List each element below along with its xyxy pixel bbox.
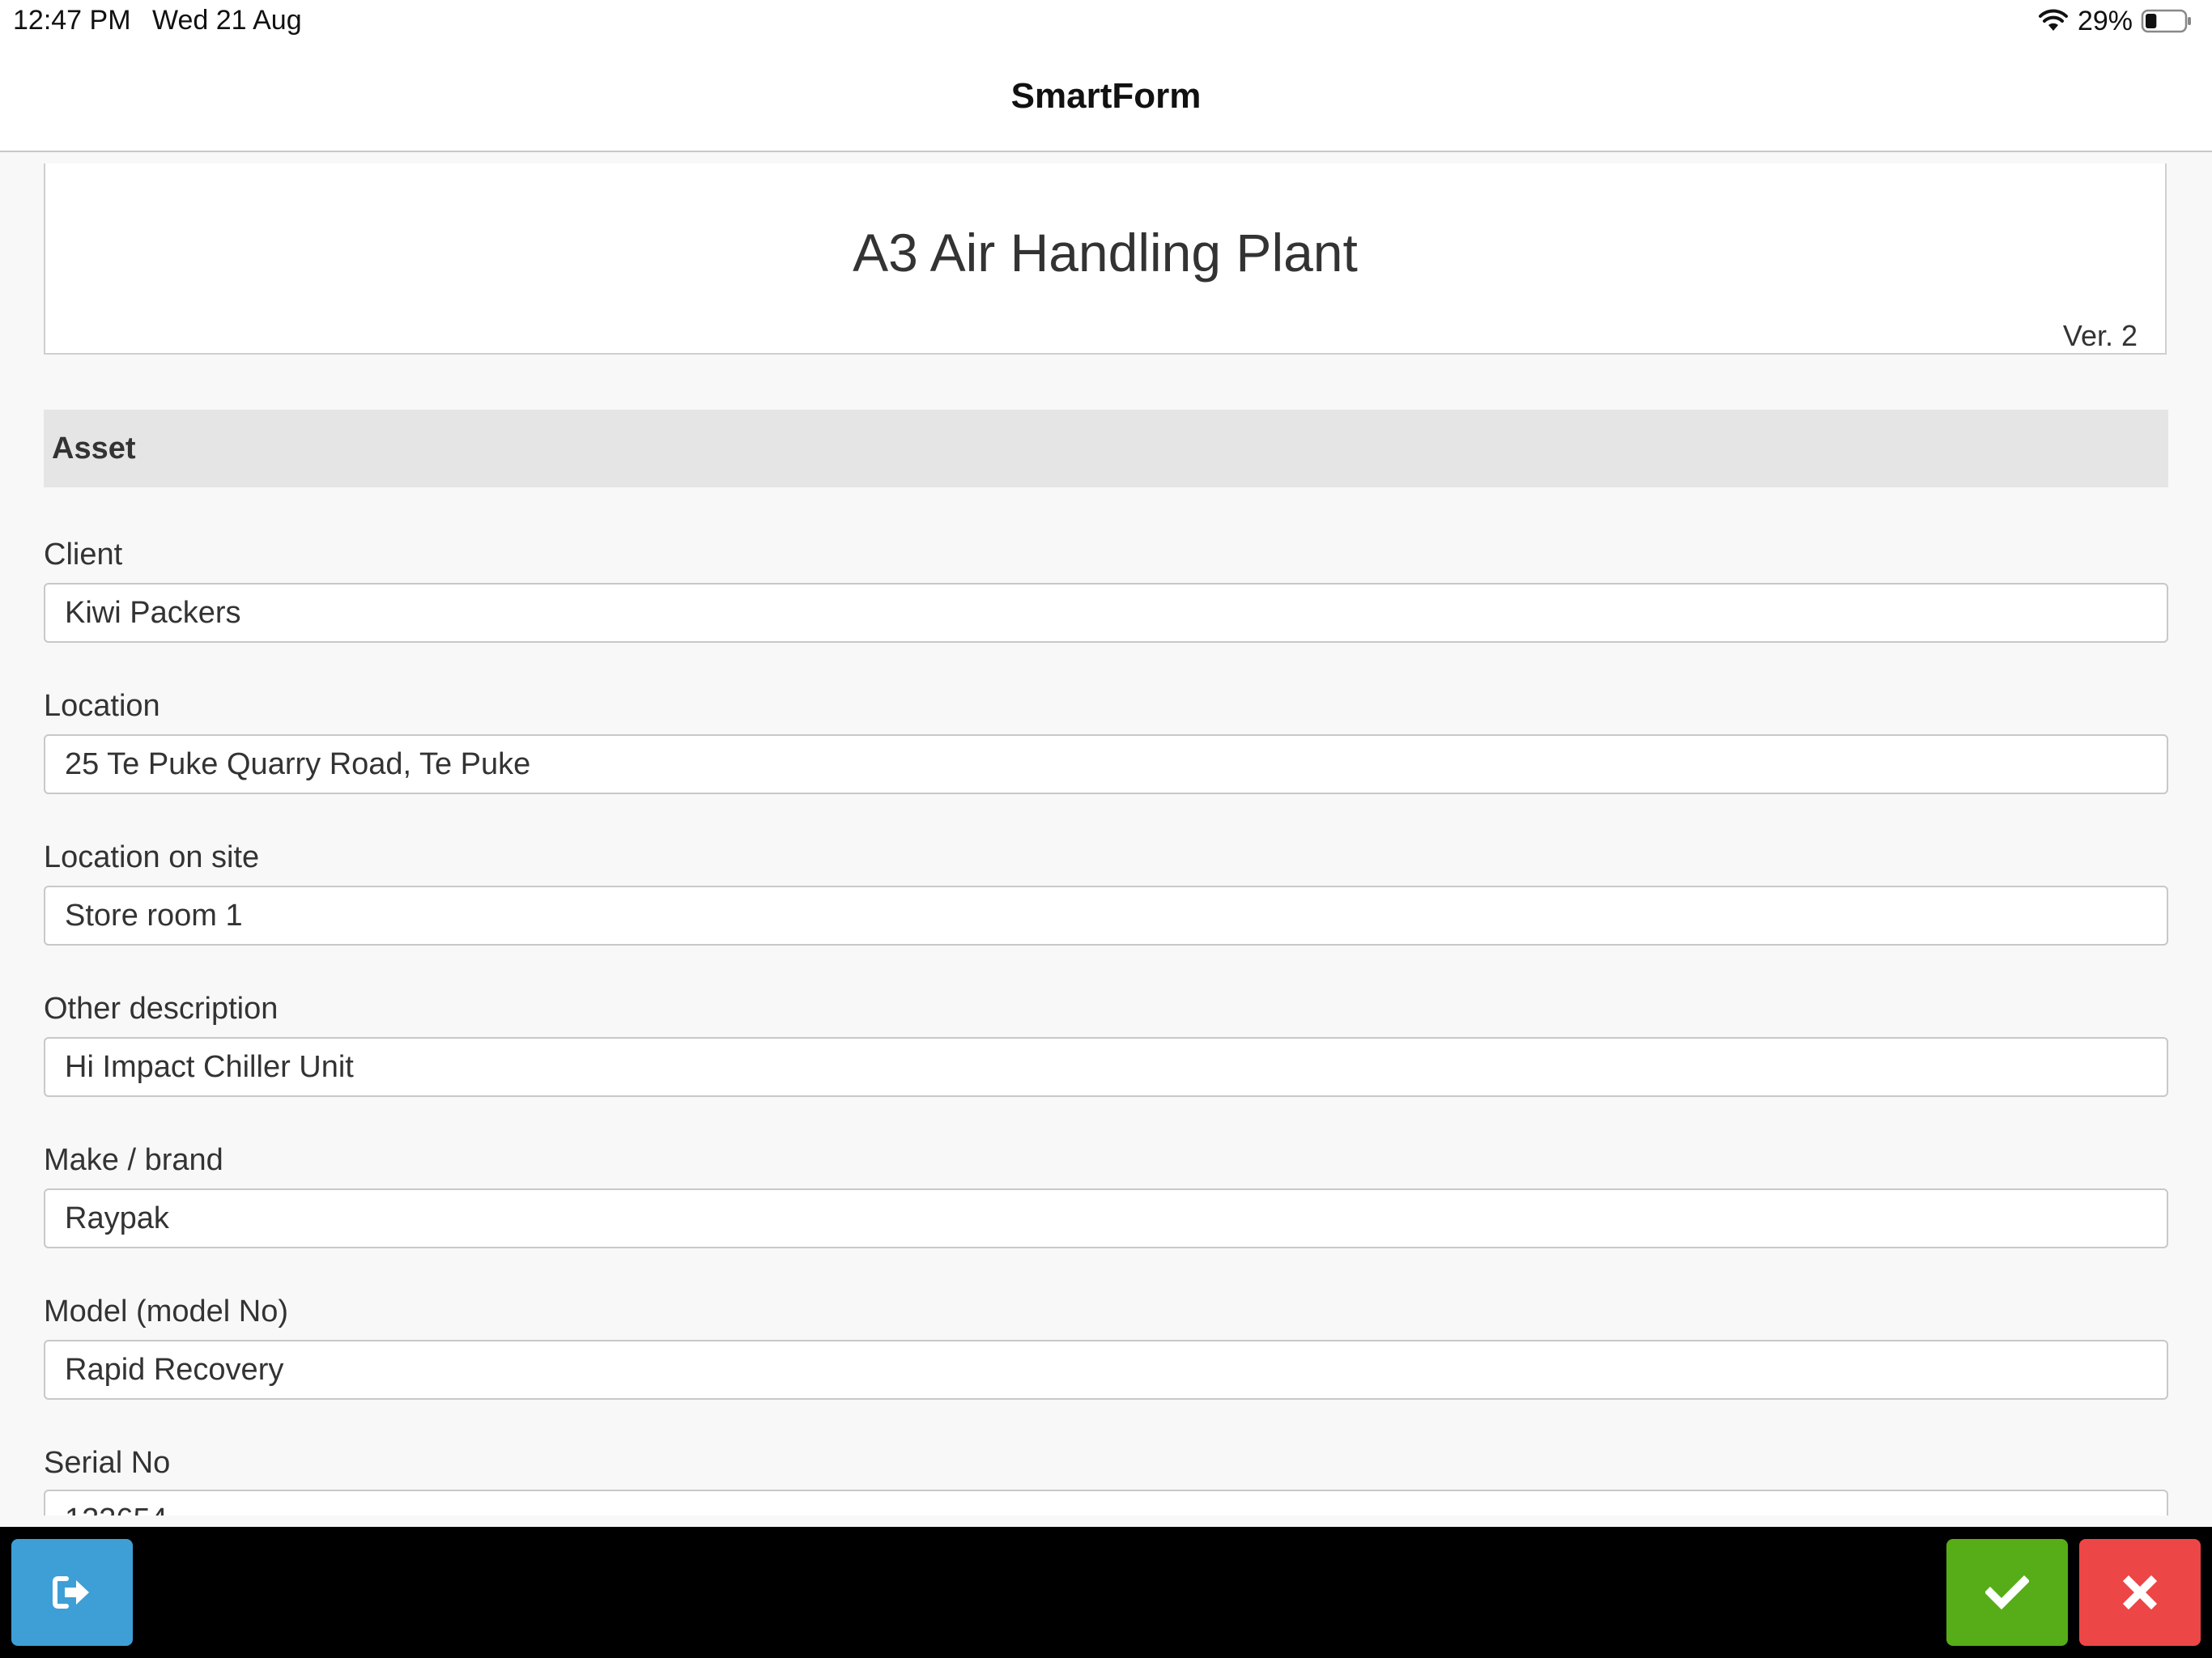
nav-bar: SmartForm (0, 42, 2212, 152)
status-date: Wed 21 Aug (152, 5, 302, 36)
wifi-icon (2038, 9, 2068, 31)
battery-percentage: 29% (2077, 5, 2133, 36)
other-description-label: Other description (44, 992, 279, 1026)
status-time: 12:47 PM (13, 5, 131, 36)
serial-no-label: Serial No (44, 1446, 171, 1480)
form-title: A3 Air Handling Plant (853, 223, 1358, 283)
location-label: Location (44, 689, 160, 723)
form-version: Ver. 2 (2062, 319, 2138, 352)
model-input[interactable] (44, 1340, 2168, 1400)
client-label: Client (44, 538, 123, 572)
make-brand-label: Make / brand (44, 1143, 223, 1177)
model-label: Model (model No) (44, 1295, 288, 1329)
save-button[interactable] (1946, 1539, 2068, 1646)
other-description-input[interactable] (44, 1037, 2168, 1097)
close-icon (2122, 1575, 2158, 1610)
status-indicators: 29% (2037, 5, 2193, 37)
section-header-asset: Asset (44, 410, 2168, 487)
location-on-site-label: Location on site (44, 840, 260, 874)
form-header-card: A3 Air Handling Plant Ver. 2 (44, 164, 2167, 355)
sign-out-icon (53, 1576, 89, 1609)
battery-icon (2141, 9, 2191, 33)
section-title: Asset (52, 432, 136, 466)
status-bar: 12:47 PM Wed 21 Aug 29% (0, 0, 2212, 42)
checkmark-icon (1985, 1575, 2029, 1610)
client-input[interactable] (44, 583, 2168, 643)
exit-button[interactable] (11, 1539, 133, 1646)
app-title: SmartForm (1010, 76, 1202, 116)
bottom-toolbar (0, 1527, 2212, 1658)
location-input[interactable] (44, 734, 2168, 794)
make-brand-input[interactable] (44, 1188, 2168, 1248)
cancel-button[interactable] (2079, 1539, 2201, 1646)
form-content[interactable]: A3 Air Handling Plant Ver. 2 Asset Clien… (0, 152, 2212, 1516)
location-on-site-input[interactable] (44, 886, 2168, 946)
serial-no-input[interactable] (44, 1490, 2168, 1516)
